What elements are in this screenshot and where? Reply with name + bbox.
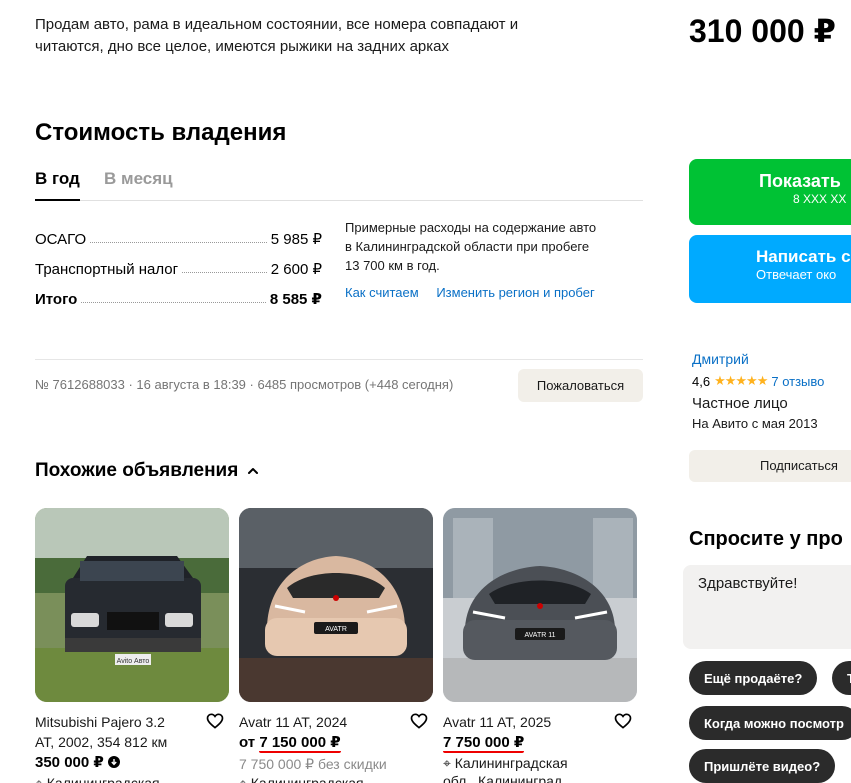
tab-per-month[interactable]: В месяц [104, 168, 173, 198]
heart-icon[interactable] [613, 711, 633, 731]
cost-value: 2 600 ₽ [270, 261, 322, 278]
seller-type: Частное лицо [692, 395, 788, 412]
location-pin-icon: ⌖ [35, 775, 43, 783]
change-region-link[interactable]: Изменить регион и пробег [436, 285, 594, 300]
quick-question-chip[interactable]: Т [832, 661, 851, 695]
card-price: 7 750 000 ₽ [443, 732, 637, 754]
show-phone-label: Показать [759, 171, 841, 191]
price-drop-icon [108, 756, 120, 768]
quick-question-chip[interactable]: Пришлёте видео? [689, 749, 836, 783]
heart-icon[interactable] [409, 711, 429, 731]
card-price-value: 350 000 ₽ [35, 754, 104, 771]
seller-rating: 4,6 ★★★★★ 7 отзыво [692, 373, 824, 389]
car-photo-illustration: AVATR [239, 508, 433, 702]
car-photo[interactable]: AVATR [239, 508, 433, 702]
show-phone-masked: 8 XXX XX [793, 192, 847, 206]
car-photo[interactable]: AVATR 11 [443, 508, 637, 702]
ownership-cost-title: Стоимость владения [35, 119, 287, 146]
description-line-1: Продам авто, рама в идеальном состоянии,… [35, 16, 519, 33]
card-title-line: Mitsubishi Pajero 3.2 [35, 714, 165, 730]
complain-button[interactable]: Пожаловаться [518, 369, 643, 402]
cost-label: Итого [35, 291, 78, 308]
card-old-price: 7 750 000 ₽ без скидки [239, 756, 387, 772]
card-price: 350 000 ₽ [35, 752, 229, 774]
car-photo[interactable]: Avito Авто [35, 508, 229, 702]
cost-row-osago: ОСАГО 5 985 ₽ [35, 218, 322, 248]
subscribe-button[interactable]: Подписаться [689, 450, 851, 482]
write-message-sub: Отвечает око [756, 267, 837, 282]
dotted-leader [90, 242, 267, 243]
card-location: ⌖ Калининградская [443, 754, 637, 772]
how-we-calculate-link[interactable]: Как считаем [345, 285, 419, 300]
ownership-tabs: В год В месяц [35, 168, 643, 201]
card-price: от 7 150 000 ₽ [239, 732, 433, 754]
ask-seller-title: Спросите у про [689, 528, 843, 550]
ask-seller-input[interactable]: Здравствуйте! [683, 565, 851, 649]
dotted-leader [81, 302, 266, 303]
heart-icon[interactable] [205, 711, 225, 731]
cost-label: Транспортный налог [35, 261, 179, 278]
reviews-link[interactable]: 7 отзыво [771, 374, 824, 389]
card-location-text: Калининградская [250, 775, 364, 783]
divider [35, 359, 643, 360]
similar-ads-header[interactable]: Похожие объявления [35, 460, 260, 482]
tab-per-year[interactable]: В год [35, 168, 80, 201]
card-title-line: AT, 2002, 354 812 км [35, 734, 168, 750]
cost-value: 8 585 ₽ [269, 291, 322, 308]
photo-caption: AVATR [325, 626, 347, 633]
photo-caption: AVATR 11 [525, 632, 556, 639]
cost-note-line: 13 700 км в год. [345, 258, 440, 273]
cost-note-line: в Калининградской области при пробеге [345, 239, 590, 254]
location-pin-icon: ⌖ [239, 775, 247, 783]
cost-links: Как считаем Изменить регион и пробег [345, 285, 609, 300]
cost-label: ОСАГО [35, 231, 87, 248]
ad-description: Продам авто, рама в идеальном состоянии,… [35, 14, 595, 58]
show-phone-button[interactable]: Показать 8 XXX XX [689, 159, 851, 225]
photo-caption: Avito Авто [117, 658, 150, 665]
cost-row-total: Итого 8 585 ₽ [35, 278, 322, 308]
write-message-label: Написать с [756, 247, 851, 266]
cost-value: 5 985 ₽ [270, 231, 322, 248]
card-title-line: Avatr 11 AT, 2025 [443, 714, 552, 730]
car-photo-illustration: Avito Авто [35, 508, 229, 702]
location-pin-icon: ⌖ [443, 755, 451, 771]
similar-ads-title: Похожие объявления [35, 460, 239, 481]
card-price-prefix: от [239, 734, 256, 751]
seller-name-link[interactable]: Дмитрий [692, 351, 749, 367]
chevron-up-icon [248, 468, 259, 474]
similar-ad-card[interactable]: AVATR Avatr 11 AT, 2024 от 7 150 000 ₽ 7… [239, 508, 433, 783]
card-price-value: 7 750 000 ₽ [443, 734, 525, 753]
similar-ad-card[interactable]: Avito Авто Mitsubishi Pajero 3.2 AT, 200… [35, 508, 229, 783]
quick-question-chip[interactable]: Ещё продаёте? [689, 661, 818, 695]
ownership-cost-table: ОСАГО 5 985 ₽ Транспортный налог 2 600 ₽… [35, 218, 322, 308]
car-photo-illustration: AVATR 11 [443, 508, 637, 702]
similar-ad-card[interactable]: AVATR 11 Avatr 11 AT, 2025 7 750 000 ₽ ⌖… [443, 508, 637, 783]
card-title[interactable]: Avatr 11 AT, 2025 [443, 712, 613, 732]
card-location-text: Калининградская [46, 775, 160, 783]
card-title[interactable]: Avatr 11 AT, 2024 [239, 712, 409, 732]
card-location-text: Калининградская [454, 755, 568, 771]
cost-row-tax: Транспортный налог 2 600 ₽ [35, 248, 322, 278]
seller-since: На Авито с мая 2013 [692, 416, 818, 431]
cost-note: Примерные расходы на содержание авто в К… [345, 218, 635, 275]
quick-question-chip[interactable]: Когда можно посмотр [689, 706, 851, 740]
rating-stars-icon: ★★★★★ [714, 373, 768, 388]
card-location: ⌖ Калининградская [239, 774, 433, 783]
dotted-leader [182, 272, 267, 273]
listing-price: 310 000 ₽ [689, 13, 836, 49]
card-location: ⌖ Калининградская [35, 774, 229, 783]
card-price-value: 7 150 000 ₽ [259, 734, 341, 753]
card-title[interactable]: Mitsubishi Pajero 3.2 AT, 2002, 354 812 … [35, 712, 205, 752]
card-location-line-2: обл., Калининград [443, 773, 563, 783]
card-title-line: Avatr 11 AT, 2024 [239, 714, 348, 730]
description-line-2: читаются, дно все целое, имеются рыжики … [35, 38, 449, 55]
write-message-button[interactable]: Написать с Отвечает око [689, 235, 851, 303]
rating-value: 4,6 [692, 373, 711, 389]
listing-meta: № 7612688033 · 16 августа в 18:39 · 6485… [35, 377, 454, 392]
cost-note-line: Примерные расходы на содержание авто [345, 220, 597, 235]
